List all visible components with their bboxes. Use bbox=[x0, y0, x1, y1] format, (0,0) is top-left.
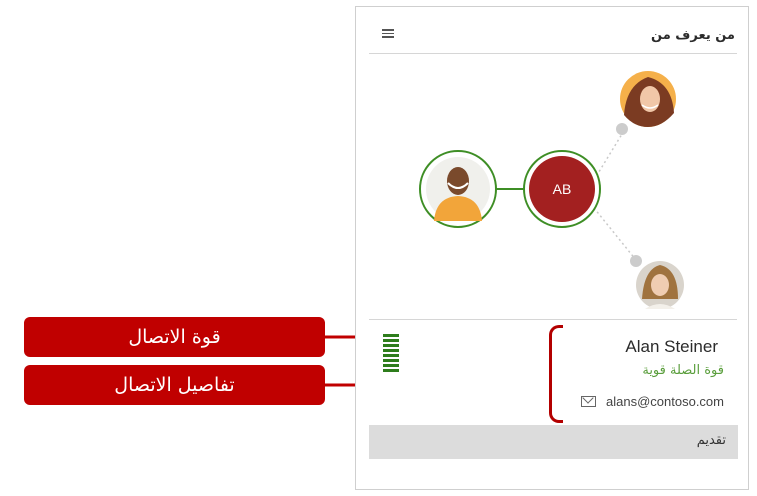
contact-email-row[interactable]: alans@contoso.com bbox=[581, 394, 724, 409]
contact-name: Alan Steiner bbox=[625, 337, 718, 356]
relationship-graph: AB bbox=[419, 71, 684, 309]
introduce-label: تقديم bbox=[696, 433, 726, 448]
callout-connection-details: تفاصيل الاتصال bbox=[24, 365, 325, 405]
person-photo-man[interactable] bbox=[419, 150, 497, 228]
panel-title: من يعرف من bbox=[651, 28, 735, 43]
panel-header: من يعرف من bbox=[369, 21, 737, 54]
graph-link-bottom bbox=[593, 207, 637, 261]
person-photo-woman-1[interactable] bbox=[620, 71, 676, 127]
graph-link-top bbox=[593, 133, 623, 181]
mail-icon bbox=[581, 396, 597, 407]
connection-strength-meter bbox=[383, 334, 399, 374]
contact-email: alans@contoso.com bbox=[606, 394, 724, 409]
section-divider bbox=[369, 319, 737, 320]
relationship-strength-label: قوة الصلة قوية bbox=[642, 363, 724, 378]
callout-connection-strength: قوة الاتصال bbox=[24, 317, 325, 357]
details-bracket bbox=[549, 325, 563, 423]
graph-node-dot-top bbox=[616, 123, 628, 135]
list-menu-icon[interactable] bbox=[382, 29, 394, 39]
center-contact-node[interactable]: AB bbox=[523, 150, 601, 228]
graph-node-dot-bottom bbox=[630, 255, 642, 267]
center-initials: AB bbox=[553, 181, 572, 197]
introduce-button[interactable]: تقديم bbox=[369, 425, 738, 459]
who-knows-who-panel: من يعرف من AB Alan Steiner قوة الصلة قوي… bbox=[355, 6, 749, 490]
person-photo-woman-2[interactable] bbox=[636, 261, 684, 309]
